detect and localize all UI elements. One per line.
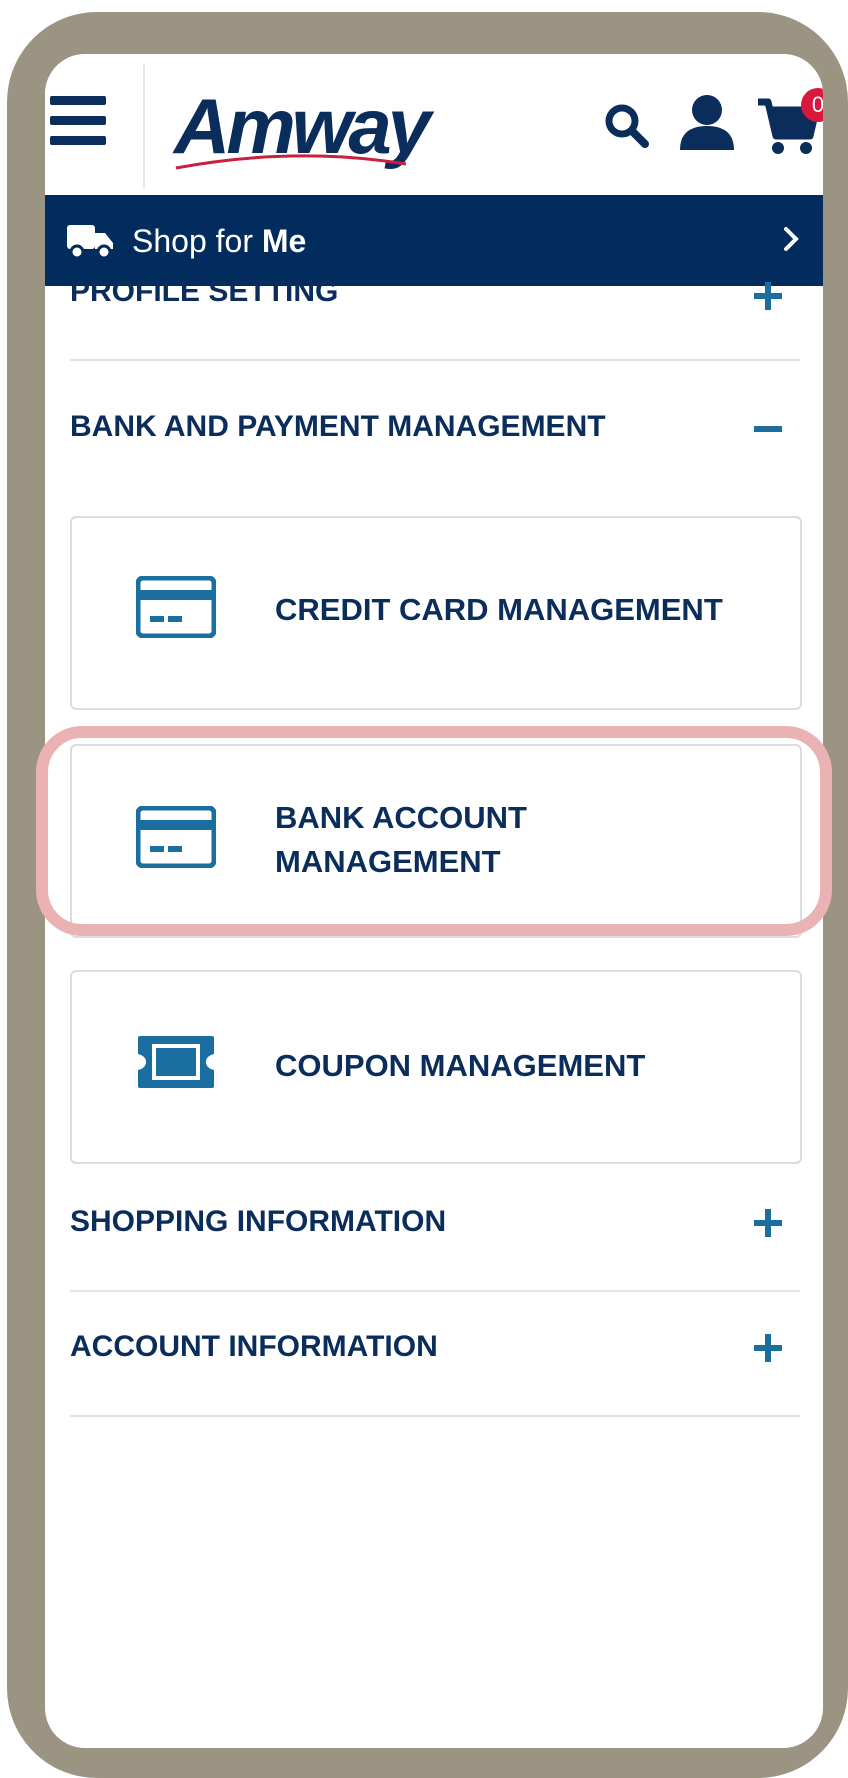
section-shopping-information[interactable]: SHOPPING INFORMATION xyxy=(70,1204,800,1244)
amway-logo[interactable]: Amway xyxy=(174,84,431,176)
hamburger-menu-icon[interactable] xyxy=(50,96,106,146)
highlight-ring xyxy=(36,726,832,936)
section-bank-payment[interactable]: BANK AND PAYMENT MANAGEMENT xyxy=(70,409,800,449)
header-divider xyxy=(143,64,145,188)
logo-swoosh-icon xyxy=(175,154,407,170)
coupon-management-label: COUPON MANAGEMENT xyxy=(275,1048,646,1083)
shop-for-bar[interactable]: Shop for Me xyxy=(45,195,823,286)
shop-for-target: Me xyxy=(261,223,307,259)
expand-plus-icon[interactable] xyxy=(754,1209,782,1237)
site-header: Amway 0 xyxy=(45,54,823,195)
credit-card-icon xyxy=(136,576,216,638)
section-title: PROFILE SETTING xyxy=(70,275,339,308)
coupon-ticket-icon xyxy=(138,1036,214,1088)
section-account-information[interactable]: ACCOUNT INFORMATION xyxy=(70,1329,800,1369)
section-divider xyxy=(70,1415,800,1417)
search-icon[interactable] xyxy=(602,101,650,149)
section-divider xyxy=(70,1290,800,1292)
expand-plus-icon[interactable] xyxy=(754,1334,782,1362)
credit-card-management-card[interactable]: CREDIT CARD MANAGEMENT xyxy=(70,516,802,710)
section-profile-setting[interactable]: PROFILE SETTING xyxy=(70,275,800,316)
expand-plus-icon[interactable] xyxy=(754,282,782,310)
account-user-icon[interactable] xyxy=(678,94,736,150)
section-title: ACCOUNT INFORMATION xyxy=(70,1330,438,1363)
section-title: SHOPPING INFORMATION xyxy=(70,1205,447,1238)
delivery-truck-icon xyxy=(67,225,113,259)
credit-card-management-label: CREDIT CARD MANAGEMENT xyxy=(275,592,723,627)
coupon-management-card[interactable]: COUPON MANAGEMENT xyxy=(70,970,802,1164)
collapse-minus-icon[interactable] xyxy=(754,425,782,433)
chevron-right-icon xyxy=(784,227,799,251)
section-divider xyxy=(70,359,800,361)
shop-for-label: Shop for Me xyxy=(132,221,306,261)
section-title: BANK AND PAYMENT MANAGEMENT xyxy=(70,410,606,443)
shop-for-prefix: Shop for xyxy=(132,223,262,259)
